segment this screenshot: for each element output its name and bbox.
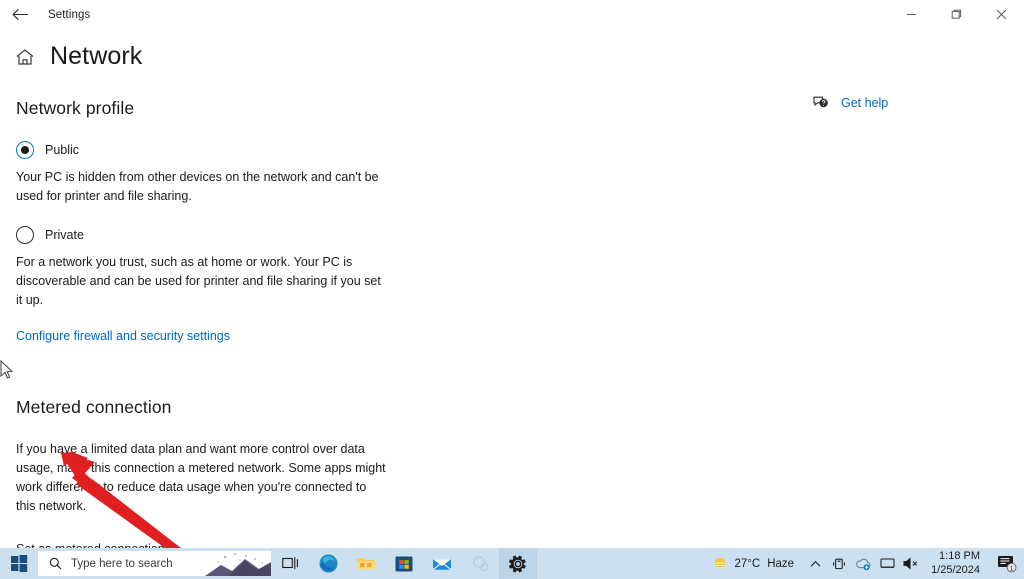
system-tray: 27°C Haze [703, 548, 1024, 579]
search-decoration-icon [205, 551, 271, 576]
microsoft-store-icon[interactable] [385, 548, 423, 579]
restore-button[interactable] [934, 0, 979, 29]
private-description: For a network you trust, such as at home… [16, 253, 388, 310]
weather-condition: Haze [767, 558, 794, 570]
get-help-label: Get help [841, 96, 888, 110]
task-view-icon[interactable] [271, 548, 309, 579]
radio-public-label: Public [45, 143, 79, 157]
search-icon [49, 557, 62, 570]
clock-widget[interactable]: 1:18 PM 1/25/2024 [923, 550, 990, 578]
metered-connection-description: If you have a limited data plan and want… [16, 440, 388, 516]
action-center-icon[interactable]: 1 [990, 548, 1024, 579]
radio-private-indicator[interactable] [16, 226, 34, 244]
tray-icon-group [803, 548, 923, 579]
configure-firewall-link[interactable]: Configure firewall and security settings [16, 329, 230, 343]
close-button[interactable] [979, 0, 1024, 29]
mail-icon[interactable] [423, 548, 461, 579]
radio-option-private[interactable]: Private [16, 226, 436, 244]
minimize-button[interactable] [889, 0, 934, 29]
haze-weather-icon [712, 556, 728, 572]
network-profile-heading: Network profile [16, 98, 436, 119]
radio-public-indicator[interactable] [16, 141, 34, 159]
speaker-muted-icon[interactable] [899, 548, 923, 579]
edge-icon[interactable] [309, 548, 347, 579]
settings-window: Settings Network [0, 0, 1024, 579]
device-icon[interactable] [827, 548, 851, 579]
radio-option-public[interactable]: Public [16, 141, 436, 159]
home-icon[interactable] [14, 46, 36, 68]
file-explorer-icon[interactable] [347, 548, 385, 579]
question-bubble-icon [812, 94, 829, 111]
public-description: Your PC is hidden from other devices on … [16, 168, 388, 206]
onedrive-icon[interactable] [851, 548, 875, 579]
mouse-cursor [0, 360, 14, 380]
windows-start-icon[interactable] [0, 548, 38, 579]
get-help-link[interactable]: Get help [812, 94, 888, 111]
chevron-up-icon[interactable] [803, 548, 827, 579]
clock-time: 1:18 PM [939, 550, 980, 564]
settings-content: Network profile Public Your PC is hidden… [16, 98, 436, 579]
settings-gear-icon[interactable] [499, 548, 537, 579]
metered-connection-heading: Metered connection [16, 397, 436, 418]
taskbar-app-icons [271, 548, 537, 579]
app-icon-faded[interactable] [461, 548, 499, 579]
notification-badge-count: 1 [1009, 565, 1013, 572]
back-arrow-icon[interactable] [0, 0, 40, 29]
taskbar: Type here to search [0, 548, 1024, 579]
page-title: Network [50, 42, 142, 71]
search-placeholder: Type here to search [71, 558, 173, 570]
radio-private-label: Private [45, 228, 84, 242]
page-header: Network [14, 42, 142, 71]
window-title: Settings [48, 9, 90, 21]
title-bar: Settings [0, 0, 1024, 29]
search-input[interactable]: Type here to search [38, 551, 271, 576]
clock-date: 1/25/2024 [931, 564, 980, 578]
weather-temperature: 27°C [735, 558, 761, 570]
weather-widget[interactable]: 27°C Haze [703, 556, 804, 572]
network-monitor-icon[interactable] [875, 548, 899, 579]
